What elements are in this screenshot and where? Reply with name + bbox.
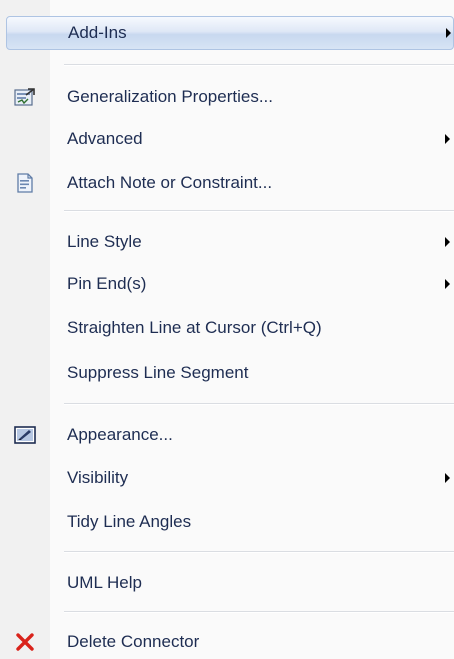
submenu-arrow-icon	[445, 473, 450, 483]
menu-item-label: Visibility	[67, 468, 129, 487]
menu-item-add-ins[interactable]: Add-Ins	[6, 16, 454, 50]
menu-item-label: Tidy Line Angles	[67, 512, 192, 531]
properties-icon	[14, 86, 36, 108]
menu-separator	[64, 64, 454, 66]
menu-item-label: Suppress Line Segment	[67, 363, 249, 382]
menu-item-label: Generalization Properties...	[67, 87, 273, 106]
submenu-arrow-icon	[446, 28, 451, 38]
menu-item-appearance[interactable]: Appearance...	[0, 418, 454, 452]
menu-separator	[64, 210, 454, 212]
context-menu: Add-Ins Generalization Properties... Adv…	[0, 0, 454, 659]
menu-item-pin-ends[interactable]: Pin End(s)	[0, 267, 454, 301]
menu-item-label: Attach Note or Constraint...	[67, 173, 273, 192]
menu-item-suppress-line-segment[interactable]: Suppress Line Segment	[0, 356, 454, 390]
menu-item-label: Line Style	[67, 232, 142, 251]
submenu-arrow-icon	[445, 134, 450, 144]
menu-item-generalization-properties[interactable]: Generalization Properties...	[0, 80, 454, 114]
note-icon	[14, 172, 36, 194]
menu-item-label: Pin End(s)	[67, 274, 147, 293]
menu-item-uml-help[interactable]: UML Help	[0, 566, 454, 600]
menu-item-label: UML Help	[67, 573, 142, 592]
menu-item-straighten-line[interactable]: Straighten Line at Cursor (Ctrl+Q)	[0, 311, 454, 345]
menu-item-label: Add-Ins	[68, 23, 127, 42]
menu-item-attach-note[interactable]: Attach Note or Constraint...	[0, 166, 454, 200]
menu-item-tidy-line-angles[interactable]: Tidy Line Angles	[0, 505, 454, 539]
menu-separator	[64, 611, 454, 613]
menu-separator	[64, 403, 454, 405]
menu-item-advanced[interactable]: Advanced	[0, 122, 454, 156]
menu-item-visibility[interactable]: Visibility	[0, 461, 454, 495]
menu-item-delete-connector[interactable]: Delete Connector	[0, 625, 454, 659]
delete-icon	[14, 631, 36, 653]
menu-item-label: Appearance...	[67, 425, 173, 444]
menu-item-label: Advanced	[67, 129, 143, 148]
menu-item-line-style[interactable]: Line Style	[0, 225, 454, 259]
appearance-icon	[14, 424, 36, 446]
submenu-arrow-icon	[445, 279, 450, 289]
menu-item-label: Straighten Line at Cursor (Ctrl+Q)	[67, 318, 322, 337]
menu-separator	[64, 551, 454, 553]
menu-item-label: Delete Connector	[67, 632, 200, 651]
submenu-arrow-icon	[445, 237, 450, 247]
